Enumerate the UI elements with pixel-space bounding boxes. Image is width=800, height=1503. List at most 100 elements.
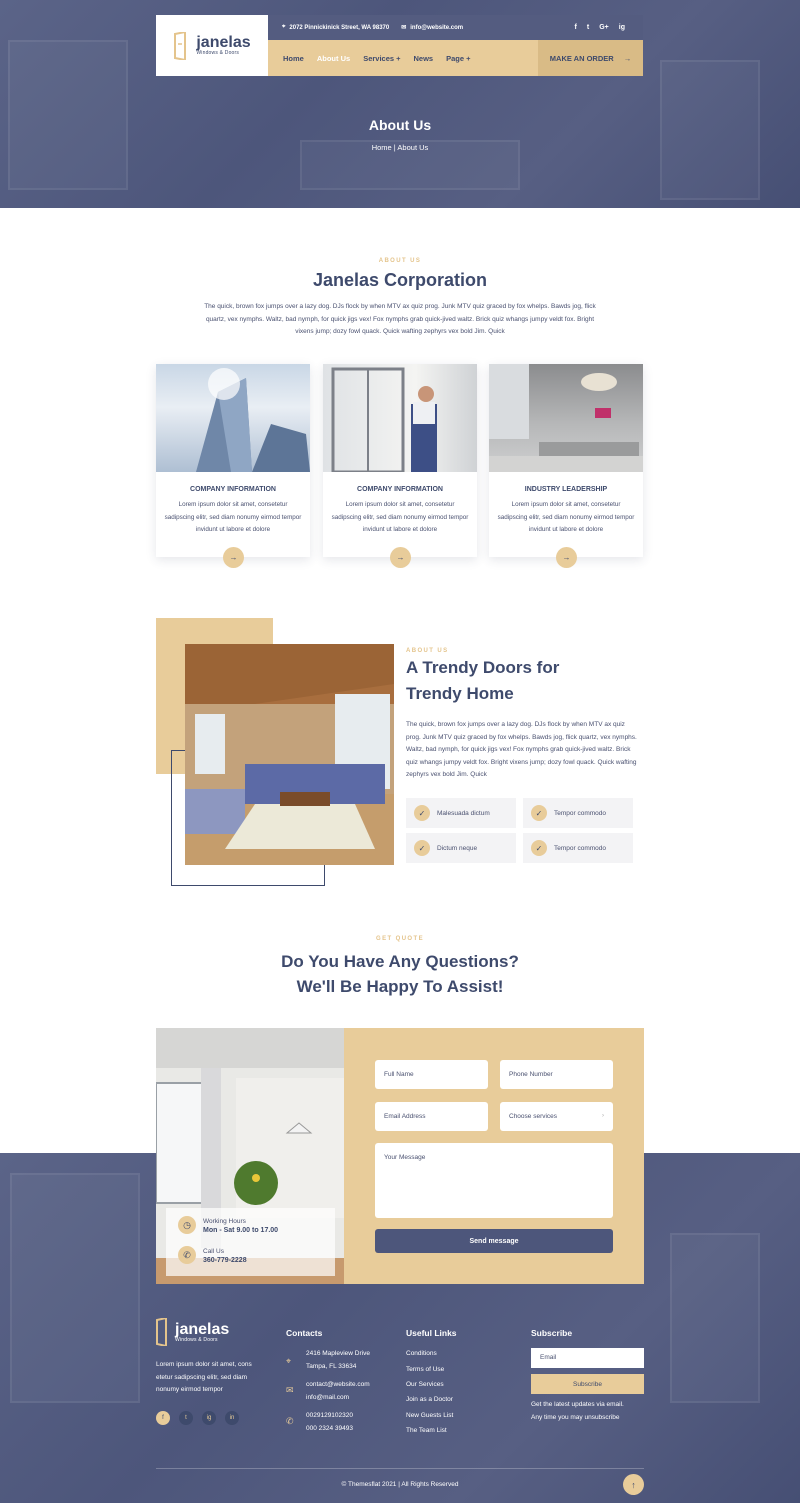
card-title: INDUSTRY LEADERSHIP: [524, 486, 608, 493]
contact-info-panel: ◷ Working Hours Mon - Sat 9.00 to 17.00 …: [166, 1208, 335, 1276]
subscribe-note-1: Get the latest updates via email.: [531, 1401, 624, 1408]
footer-link-terms[interactable]: Terms of Use: [406, 1364, 444, 1377]
card-text: Lorem ipsum dolor sit amet, consetetur s…: [497, 501, 635, 533]
twitter-icon[interactable]: t: [587, 24, 589, 31]
living-room-photo: [185, 644, 394, 865]
logo-name: janelas: [196, 34, 251, 51]
footer-about-text: Lorem ipsum dolor sit amet, cons etetur …: [156, 1361, 252, 1393]
call-us-label: Call Us: [203, 1248, 224, 1255]
footer-phone-2[interactable]: 000 2324 39493: [306, 1423, 353, 1436]
header-logo[interactable]: janelas Windows & Doors: [156, 15, 268, 76]
feature-item: ✓ Dictum neque: [406, 833, 516, 863]
top-social-links: f t G+ ig: [575, 24, 625, 31]
main-nav: Home About Us Services + News Page + MAK…: [268, 40, 643, 76]
card-arrow-button[interactable]: →: [223, 547, 244, 568]
card-arrow-button[interactable]: →: [390, 547, 411, 568]
footer-link-conditions[interactable]: Conditions: [406, 1348, 437, 1361]
info-card: INDUSTRY LEADERSHIP Lorem ipsum dolor si…: [489, 364, 643, 568]
info-card: COMPANY INFORMATION Lorem ipsum dolor si…: [156, 364, 310, 568]
message-textarea[interactable]: Your Message: [375, 1143, 613, 1218]
subscribe-email-input[interactable]: Email: [531, 1348, 644, 1368]
footer-email-1[interactable]: contact@website.com: [306, 1379, 370, 1392]
card-text: Lorem ipsum dolor sit amet, consetetur s…: [164, 501, 302, 533]
subscribe-button[interactable]: Subscribe: [531, 1374, 644, 1394]
location-icon: ⌖: [286, 1356, 292, 1366]
top-info-bar: ⌖ 2072 Pinnickinick Street, WA 98370 ✉ i…: [268, 15, 643, 40]
page-title: About Us: [368, 117, 432, 133]
phone-icon: ✆: [178, 1246, 196, 1264]
contacts-heading: Contacts: [286, 1328, 323, 1338]
arrow-right-icon: →: [623, 53, 632, 63]
nav-home[interactable]: Home: [283, 54, 304, 63]
envelope-icon: ✉: [401, 25, 407, 31]
window-installer-image: [323, 364, 477, 472]
quote-title-line2: We'll Be Happy To Assist!: [296, 977, 504, 996]
footer-logo[interactable]: janelas Windows & Doors: [156, 1318, 229, 1346]
useful-links-heading: Useful Links: [406, 1328, 457, 1338]
feature-label: Tempor commodo: [554, 844, 607, 852]
skyscraper-image: [156, 364, 310, 472]
chevron-right-icon: ›: [602, 1113, 604, 1119]
email-address-field[interactable]: Email Address: [375, 1102, 488, 1131]
instagram-icon[interactable]: ig: [202, 1411, 216, 1425]
feature-label: Tempor commodo: [554, 809, 607, 817]
nav-news[interactable]: News: [414, 54, 434, 63]
footer-divider: [156, 1468, 644, 1469]
copyright-text: © Themesflat 2021 | All Rights Reserved: [341, 1481, 459, 1488]
facebook-icon[interactable]: f: [156, 1411, 170, 1425]
services-select-value: Choose services: [509, 1113, 558, 1120]
make-order-button[interactable]: MAKE AN ORDER →: [538, 40, 643, 76]
footer-address-line1: 2416 Mapleview Drive: [306, 1350, 370, 1357]
card-title: COMPANY INFORMATION: [357, 486, 443, 493]
footer-link-services[interactable]: Our Services: [406, 1379, 444, 1392]
footer-window-decor: [670, 1233, 760, 1403]
check-icon: ✓: [414, 805, 430, 821]
trendy-eyebrow: ABOUT US: [406, 648, 449, 654]
google-plus-icon[interactable]: G+: [599, 24, 609, 31]
twitter-icon[interactable]: t: [179, 1411, 193, 1425]
trendy-title-line2: Trendy Home: [406, 684, 514, 703]
linkedin-icon[interactable]: in: [225, 1411, 239, 1425]
full-name-field[interactable]: Full Name: [375, 1060, 488, 1089]
nav-about-us[interactable]: About Us: [317, 54, 350, 63]
footer-link-guests[interactable]: New Guests List: [406, 1410, 453, 1423]
quote-title-line1: Do You Have Any Questions?: [281, 952, 519, 971]
services-select[interactable]: Choose services ›: [500, 1102, 613, 1131]
card-arrow-button[interactable]: →: [556, 547, 577, 568]
make-order-label: MAKE AN ORDER: [549, 53, 614, 63]
about-title: Janelas Corporation: [312, 270, 488, 290]
installer-drawing: [331, 367, 437, 472]
quote-eyebrow: GET QUOTE: [376, 936, 424, 942]
footer-email-2[interactable]: info@mail.com: [306, 1392, 349, 1405]
footer-link-join-doctor[interactable]: Join as a Doctor: [406, 1394, 453, 1407]
facebook-icon[interactable]: f: [575, 24, 577, 31]
address-info: ⌖ 2072 Pinnickinick Street, WA 98370: [282, 24, 389, 31]
footer-address-line2: Tampa, FL 33634: [306, 1363, 357, 1370]
skyscraper-drawing: [196, 368, 310, 472]
nav-page[interactable]: Page +: [446, 54, 470, 63]
instagram-icon[interactable]: ig: [619, 24, 625, 31]
check-icon: ✓: [531, 805, 547, 821]
breadcrumb[interactable]: Home | About Us: [0, 143, 800, 152]
location-icon: ⌖: [282, 24, 286, 30]
footer-social-links: f t ig in: [156, 1411, 239, 1425]
call-us-value[interactable]: 360-779-2228: [203, 1257, 247, 1264]
footer-link-team[interactable]: The Team List: [406, 1425, 447, 1438]
window-logo-icon: [156, 1318, 167, 1346]
feature-item: ✓ Tempor commodo: [523, 833, 633, 863]
email-info[interactable]: ✉ info@website.com: [401, 24, 463, 32]
phone-number-field[interactable]: Phone Number: [500, 1060, 613, 1089]
back-to-top-button[interactable]: ↑: [623, 1474, 644, 1495]
check-icon: ✓: [531, 840, 547, 856]
feature-item: ✓ Malesuada dictum: [406, 798, 516, 828]
nav-services[interactable]: Services +: [363, 54, 400, 63]
send-message-button[interactable]: Send message: [375, 1229, 613, 1253]
arrow-up-icon: ↑: [631, 1479, 636, 1490]
card-title: COMPANY INFORMATION: [190, 486, 276, 493]
phone-icon: ✆: [286, 1416, 294, 1426]
quote-form: Full Name Phone Number Email Address Cho…: [344, 1028, 644, 1284]
footer-phone-1[interactable]: 0029129102320: [306, 1410, 353, 1423]
arrow-right-icon: →: [229, 553, 238, 562]
footer-window-decor: [10, 1173, 140, 1403]
working-hours-value: Mon - Sat 9.00 to 17.00: [203, 1227, 279, 1234]
